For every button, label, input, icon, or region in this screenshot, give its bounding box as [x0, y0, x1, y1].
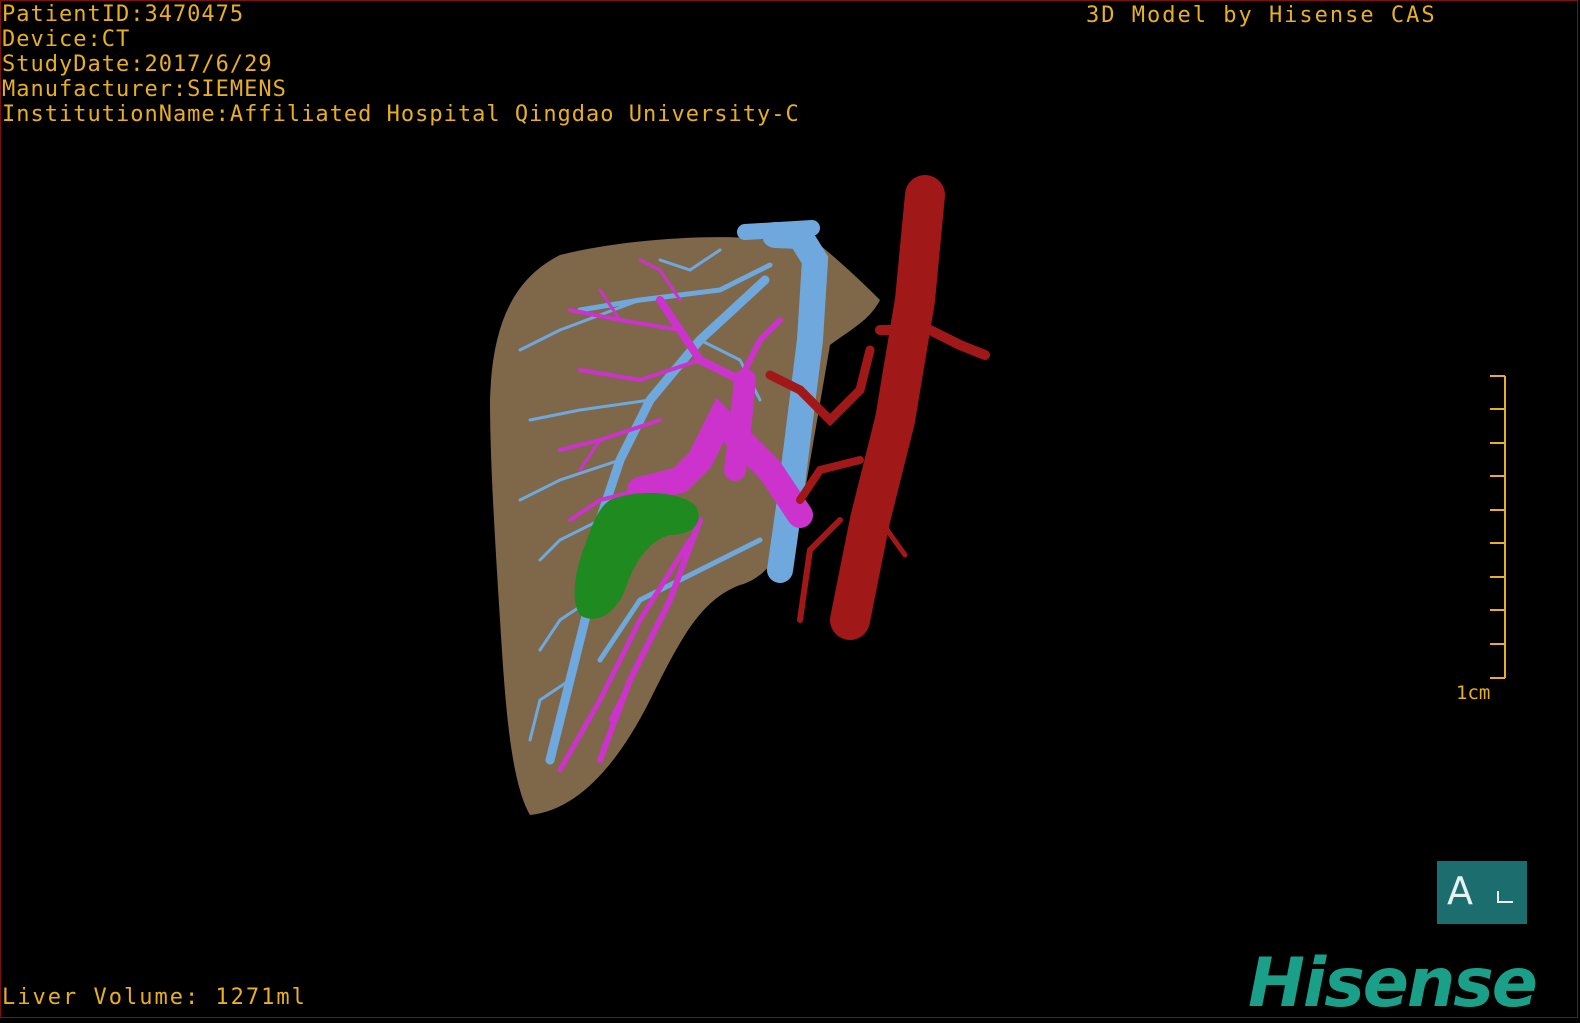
scale-label: 1cm: [1456, 682, 1491, 704]
liver-3d-model[interactable]: [0, 0, 1580, 1020]
study-date: StudyDate:2017/6/29: [2, 52, 273, 77]
scale-bar: [1490, 375, 1506, 679]
device: Device:CT: [2, 27, 131, 52]
manufacturer: Manufacturer:SIEMENS: [2, 77, 287, 102]
institution-name: InstitutionName:Affiliated Hospital Qing…: [2, 102, 800, 127]
orientation-corner-icon: [1497, 891, 1513, 903]
orientation-indicator[interactable]: A: [1437, 861, 1527, 924]
liver-volume: Liver Volume: 1271ml: [2, 985, 307, 1010]
patient-id: PatientID:3470475: [2, 2, 245, 27]
orientation-letter: A: [1447, 869, 1473, 913]
dicom-info: PatientID:3470475 Device:CT StudyDate:20…: [2, 2, 800, 127]
hisense-logo: Hisense: [1248, 944, 1538, 1023]
model-credit: 3D Model by Hisense CAS: [1086, 3, 1437, 28]
